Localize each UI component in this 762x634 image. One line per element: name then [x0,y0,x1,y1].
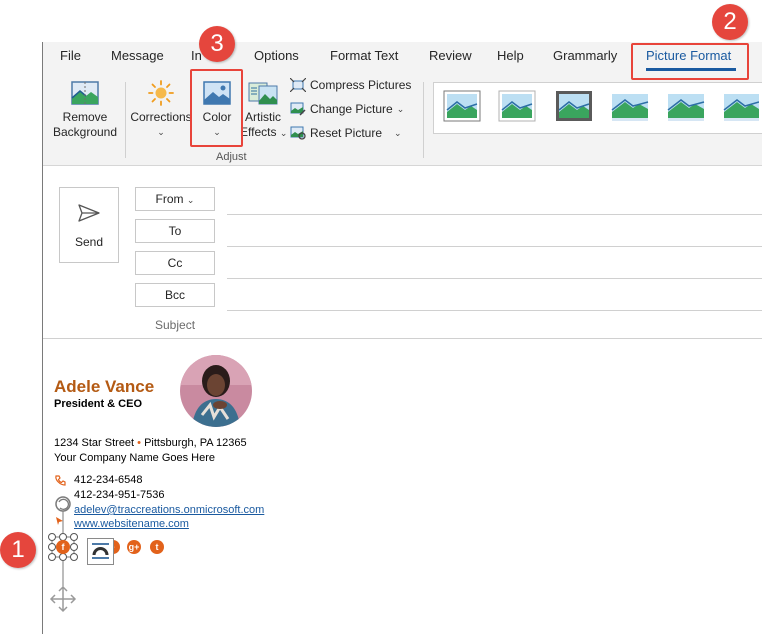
change-picture-button[interactable]: Change Picture ⌄ [290,102,404,116]
from-label: From [155,192,184,206]
chevron-down-icon: ⌄ [394,127,402,138]
address-city: Pittsburgh, PA 12365 [144,437,247,449]
signature-phone-1: 412-234-6548 [74,474,143,486]
picture-styles-gallery [433,82,762,134]
corrections-label: Corrections [130,110,192,124]
color-highlight [190,69,243,147]
bcc-button[interactable]: Bcc [135,283,215,307]
remove-background-button[interactable]: Remove Background [48,80,122,140]
profile-photo-icon [180,355,252,427]
artistic-effects-button[interactable]: Artistic Effects ⌄ [240,80,288,141]
tab-help[interactable]: Help [497,48,524,63]
address-separator: • [137,437,142,449]
cc-button[interactable]: Cc [135,251,215,275]
picture-format-highlight [631,43,749,80]
adjust-group-label: Adjust [216,151,247,163]
compress-label: Compress Pictures [310,78,412,92]
picture-style-thumbnail[interactable] [555,90,593,122]
chevron-down-icon: ⌄ [396,103,405,114]
signature-address: 1234 Star Street • Pittsburgh, PA 12365 [54,437,247,449]
signature-website-link[interactable]: www.websitename.com [74,518,189,530]
signature-phone-2: 412-234-951-7536 [74,489,165,501]
compress-pictures-button[interactable]: Compress Pictures [290,78,411,92]
picture-style-thumbnail[interactable] [667,90,705,122]
twitter-icon[interactable]: t [150,540,164,554]
callout-badge-2: 2 [712,4,748,40]
tab-options[interactable]: Options [254,48,299,63]
remove-background-label-2: Background [52,125,118,139]
signature-company: Your Company Name Goes Here [54,452,216,464]
ribbon-separator [125,82,126,158]
picture-style-thumbnail[interactable] [723,90,759,122]
header-body-divider [43,338,762,339]
callout-badge-1: 1 [0,532,36,568]
tab-grammarly[interactable]: Grammarly [553,48,617,63]
tab-format-text[interactable]: Format Text [330,48,398,63]
chevron-down-icon: ⌄ [157,127,165,137]
picture-style-thumbnail[interactable] [443,90,481,122]
change-picture-icon [290,102,306,116]
address-street: 1234 Star Street [54,437,135,449]
change-picture-label: Change Picture [310,102,393,116]
reset-picture-button[interactable]: Reset Picture ⌄ [290,126,402,140]
signature-title: President & CEO [54,398,143,410]
chevron-down-icon: ⌄ [186,195,195,205]
compress-icon [290,78,306,92]
corrections-button[interactable]: Corrections ⌄ [129,80,193,140]
artistic-label-2: Effects ⌄ [240,125,288,139]
bcc-field[interactable] [227,310,762,311]
remove-background-label-1: Remove [62,110,108,124]
reset-picture-label: Reset Picture [310,126,383,140]
tab-file[interactable]: File [60,48,81,63]
from-field-line [227,214,762,215]
send-button[interactable]: Send [59,187,119,263]
reset-picture-icon [290,126,306,140]
send-label: Send [74,235,104,249]
phone-icon [55,475,66,486]
subject-label: Subject [155,318,196,332]
tab-message[interactable]: Message [111,48,164,63]
signature-email-link[interactable]: adelev@traccreations.onmicrosoft.com [74,504,264,516]
send-icon [78,204,100,222]
tab-review[interactable]: Review [429,48,472,63]
artistic-label-1: Artistic [245,110,281,124]
callout-badge-3: 3 [199,26,235,62]
from-button[interactable]: From ⌄ [135,187,215,211]
ribbon-separator [423,82,424,158]
picture-style-thumbnail[interactable] [498,90,536,122]
layout-options-icon[interactable] [87,538,114,565]
picture-style-thumbnail[interactable] [611,90,649,122]
facebook-icon[interactable]: f [56,540,70,554]
cc-field[interactable] [227,278,762,279]
artistic-effects-icon [248,82,278,105]
google-plus-icon[interactable]: g+ [127,540,141,554]
to-button[interactable]: To [135,219,215,243]
remove-background-icon [71,81,99,105]
signature-name: Adele Vance [54,377,155,396]
signature-photo[interactable] [180,355,252,427]
to-field[interactable] [227,246,762,247]
sun-icon [148,80,174,106]
